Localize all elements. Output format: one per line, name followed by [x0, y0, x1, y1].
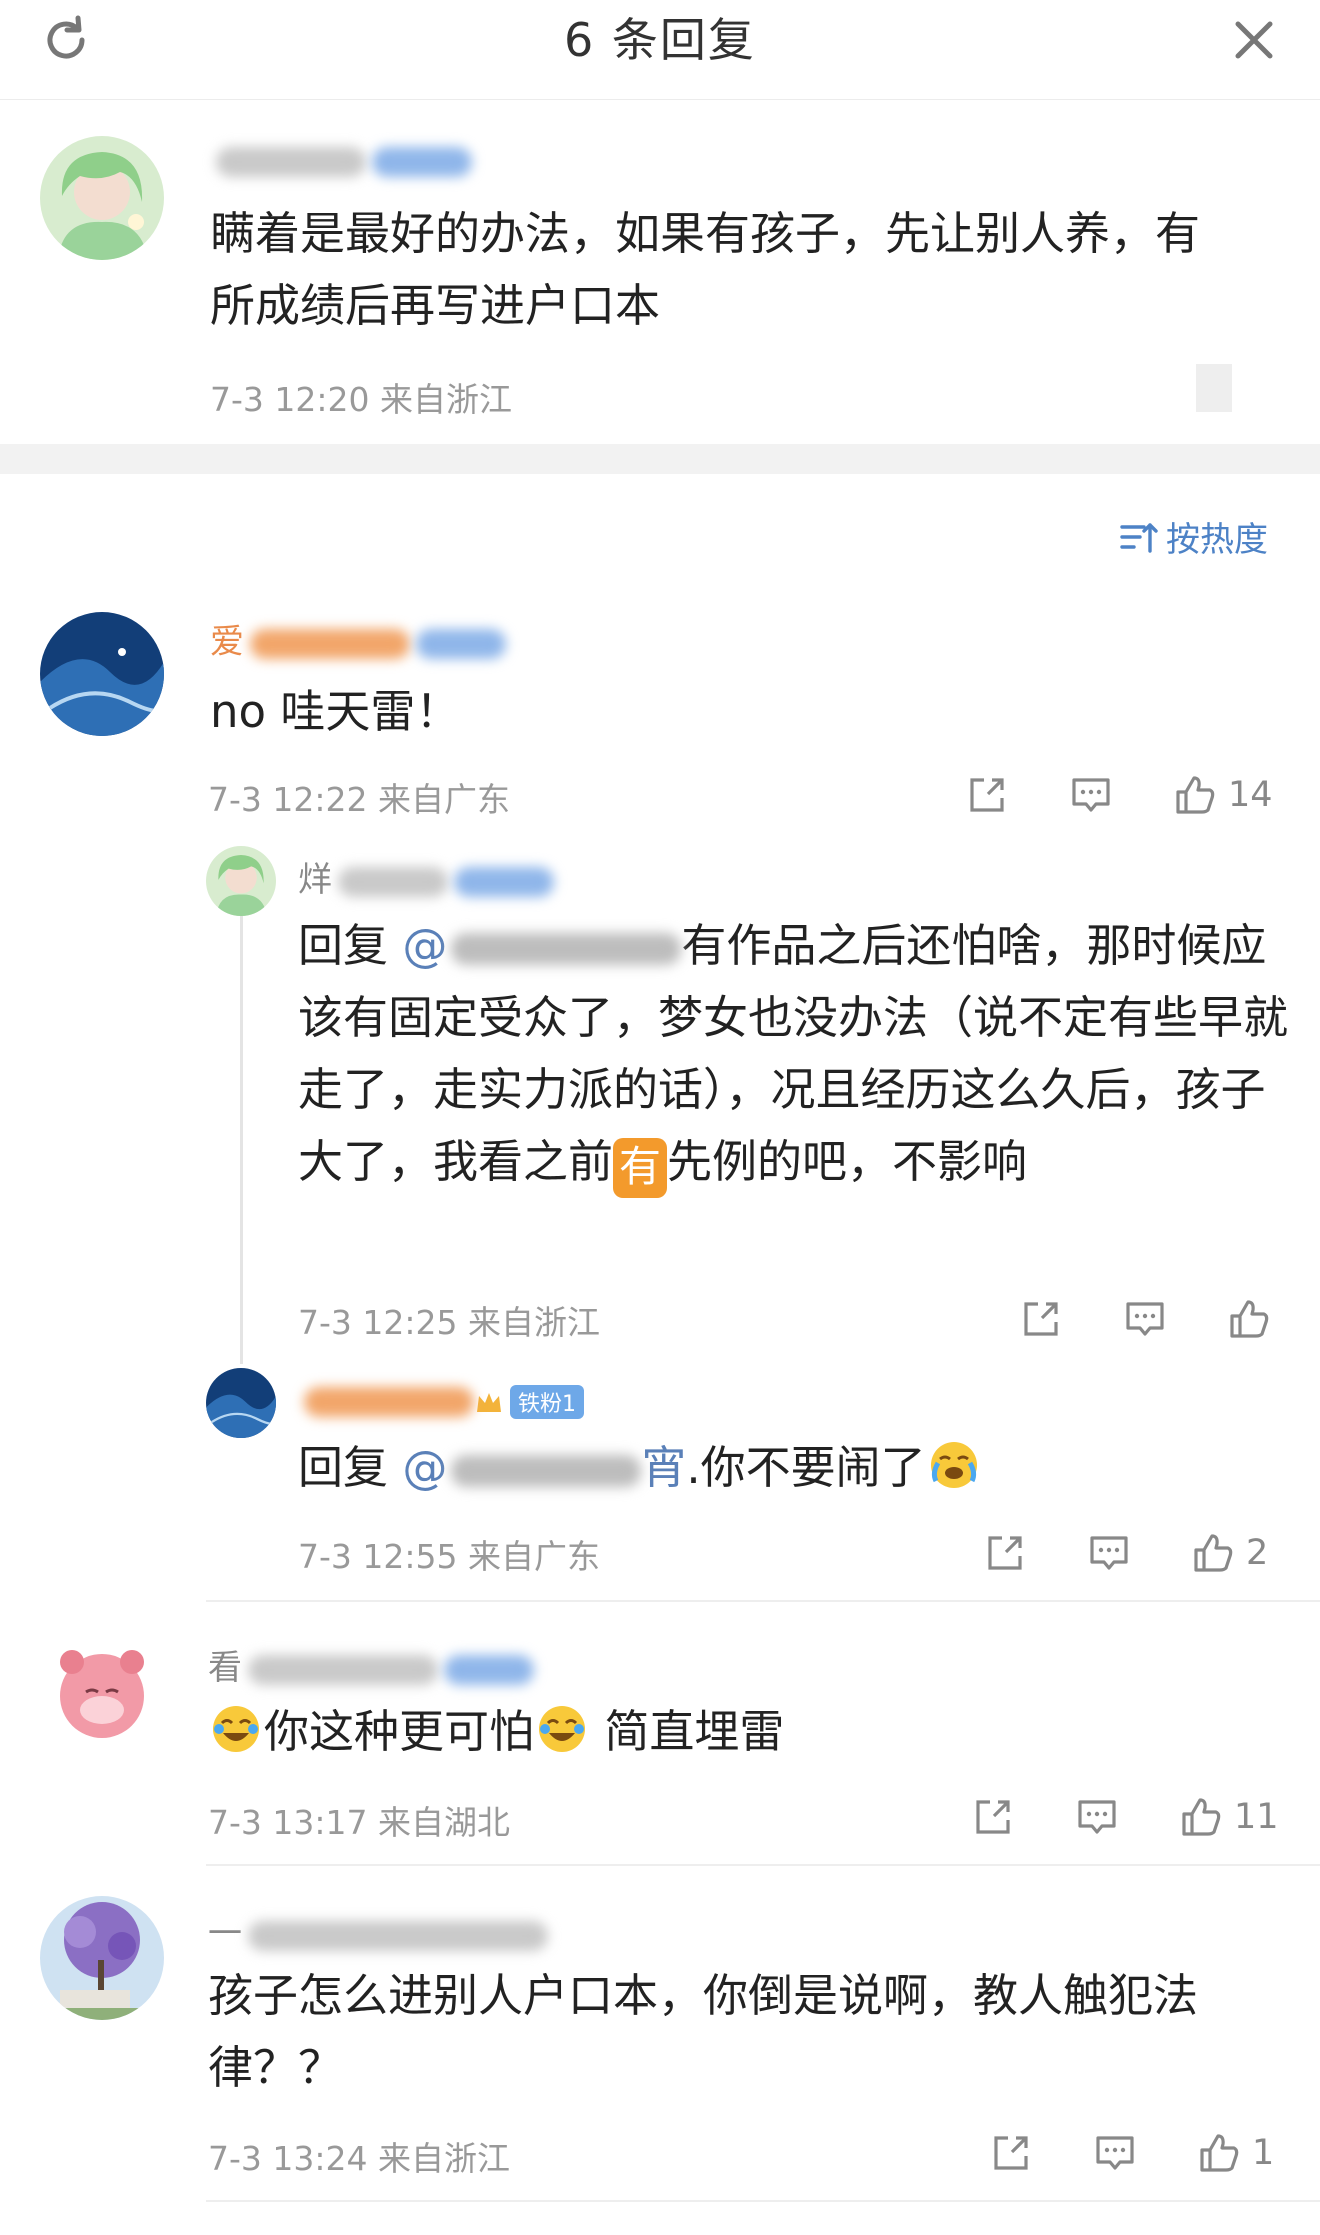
avatar[interactable] — [40, 136, 164, 260]
share-button[interactable] — [964, 770, 1010, 820]
like-button[interactable]: 11 — [1178, 1792, 1279, 1842]
sort-by-hot-button[interactable]: 按热度 — [1118, 512, 1268, 561]
timestamp-location: 7-3 12:25 来自浙江 — [298, 1303, 600, 1342]
comment-button[interactable] — [1122, 1294, 1168, 1344]
comment-icon — [1072, 778, 1110, 812]
timestamp-location: 7-3 12:20 来自浙江 — [210, 380, 512, 419]
fan-badge: 铁粉1 — [510, 1384, 584, 1419]
comment-button[interactable] — [1086, 1528, 1132, 1578]
like-button[interactable]: 14 — [1172, 770, 1273, 820]
comment-icon — [1090, 1536, 1128, 1570]
mention-link[interactable]: @ 宵 — [402, 1441, 686, 1494]
sort-icon — [1120, 522, 1158, 553]
like-button[interactable]: 2 — [1190, 1528, 1268, 1578]
timestamp-location: 7-3 12:22 来自广东 — [208, 780, 510, 819]
comment-button[interactable] — [1074, 1792, 1120, 1842]
username[interactable]: 一 — [208, 1906, 548, 1955]
reply-text: 回复 @ 宵.你不要闹了 — [298, 1432, 1288, 1504]
cry-emoji — [928, 1439, 980, 1491]
comment-icon — [1096, 2136, 1134, 2170]
section-separator — [0, 444, 1320, 474]
username[interactable] — [210, 140, 472, 180]
reply-thread-line — [240, 892, 243, 1364]
username[interactable]: 烊 — [298, 852, 554, 901]
divider — [206, 2200, 1320, 2202]
reply-text: 回复 @ 有作品之后还怕啥，那时候应该有固定受众了，梦女也没办法（说不定有些早就走… — [298, 910, 1288, 1198]
like-icon — [1230, 1300, 1269, 1338]
username[interactable]: 爱 — [210, 614, 506, 663]
laugh-cry-emoji — [210, 1703, 262, 1755]
timestamp-location: 7-3 13:17 来自湖北 — [208, 1803, 510, 1842]
username[interactable]: 铁粉1 — [298, 1380, 584, 1420]
laugh-cry-emoji — [536, 1703, 588, 1755]
page-title: 6 条回复 — [564, 13, 756, 67]
avatar[interactable] — [206, 846, 276, 916]
avatar[interactable] — [40, 612, 164, 736]
comment-text: no 哇天雷！ — [210, 685, 461, 738]
comment-text: 孩子怎么进别人户口本，你倒是说啊，教人触犯法律？？ — [208, 1969, 1199, 2094]
comment-icon — [1126, 1302, 1164, 1336]
like-icon — [1176, 776, 1215, 814]
divider — [206, 1864, 1320, 1866]
share-icon — [976, 1800, 1010, 1834]
share-icon — [988, 1536, 1022, 1570]
avatar[interactable] — [206, 1368, 276, 1438]
avatar[interactable] — [40, 1632, 164, 1756]
timestamp-location: 7-3 12:55 来自广东 — [298, 1537, 600, 1576]
share-icon — [994, 2136, 1028, 2170]
share-button[interactable] — [1018, 1294, 1064, 1344]
share-button[interactable] — [988, 2128, 1034, 2178]
mention-link[interactable]: @ — [402, 919, 682, 972]
like-icon — [1200, 2134, 1239, 2172]
comment-text: 你这种更可怕 简直埋雷 — [208, 1696, 784, 1768]
username[interactable]: 看 — [208, 1640, 534, 1689]
share-button[interactable] — [982, 1528, 1028, 1578]
share-button[interactable] — [970, 1792, 1016, 1842]
share-icon — [970, 778, 1004, 812]
divider — [206, 1600, 1320, 1602]
like-icon — [1194, 1534, 1233, 1572]
like-button[interactable]: 1 — [1196, 2128, 1274, 2178]
share-icon — [1024, 1302, 1058, 1336]
avatar[interactable] — [40, 1896, 164, 2020]
comment-icon — [1078, 1800, 1116, 1834]
comment-text: 瞒着是最好的办法，如果有孩子，先让别人养，有所成绩后再写进户口本 — [210, 207, 1201, 332]
like-icon — [1182, 1798, 1221, 1836]
crown-icon — [474, 1387, 504, 1417]
original-action-icons — [1196, 364, 1232, 412]
reply-header: 6 条回复 — [0, 0, 1320, 100]
comment-button[interactable] — [1068, 770, 1114, 820]
timestamp-location: 7-3 13:24 来自浙江 — [208, 2139, 510, 2178]
comment-button[interactable] — [1092, 2128, 1138, 2178]
like-button[interactable] — [1226, 1294, 1282, 1344]
you-badge: 有 — [613, 1138, 668, 1198]
close-icon[interactable] — [1226, 12, 1282, 68]
